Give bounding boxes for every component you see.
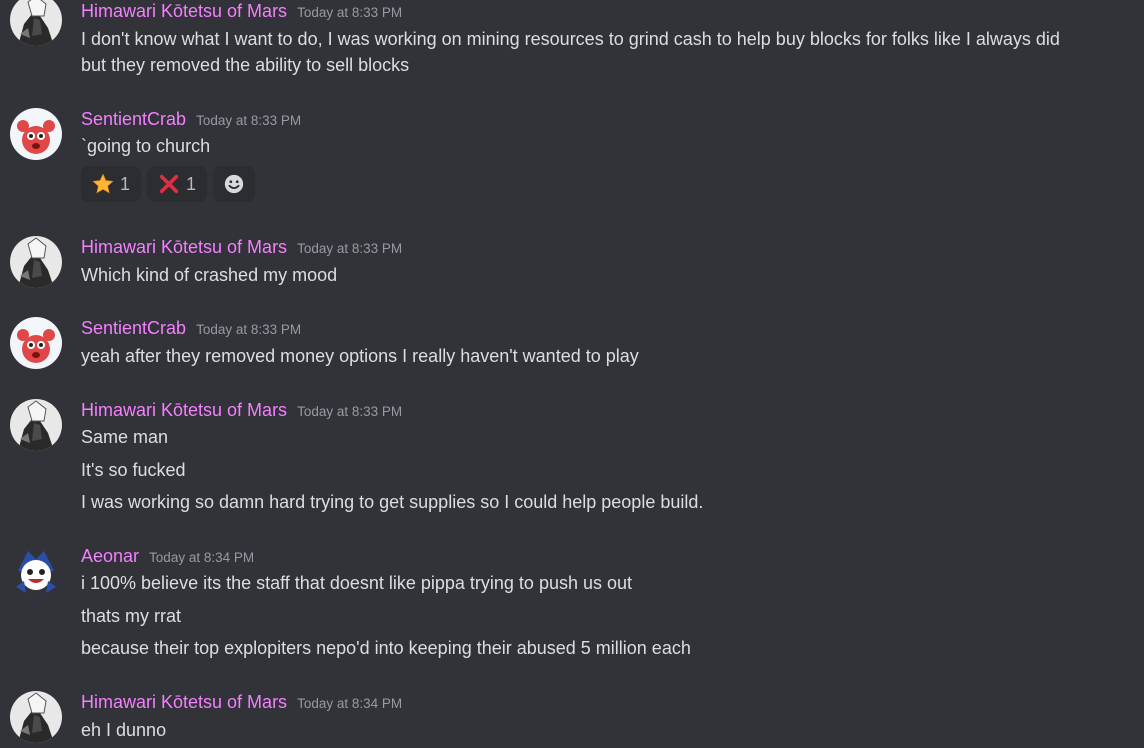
timestamp: Today at 8:33 PM [196, 322, 302, 337]
add-reaction-button[interactable] [213, 166, 256, 202]
username[interactable]: Himawari Kōtetsu of Mars [81, 0, 287, 22]
timestamp: Today at 8:34 PM [297, 696, 403, 711]
message-text: but they removed the ability to sell blo… [81, 55, 410, 75]
message-text: Which kind of crashed my mood [81, 265, 338, 285]
chat-message-list: Himawari Kōtetsu of Mars Today at 8:33 P… [0, 0, 1144, 748]
user-avatar[interactable] [10, 236, 62, 288]
username[interactable]: SentientCrab [81, 317, 186, 339]
reaction-count: 1 [186, 173, 197, 194]
message-text: Same man [81, 427, 169, 447]
message-text: i 100% believe its the staff that doesnt… [81, 573, 633, 593]
timestamp: Today at 8:33 PM [297, 5, 403, 20]
username[interactable]: Himawari Kōtetsu of Mars [81, 691, 287, 713]
message-text: because their top explopiters nepo'd int… [81, 638, 691, 658]
reaction-cross-mark[interactable]: 1 [147, 166, 208, 202]
message-text: yeah after they removed money options I … [81, 346, 639, 366]
timestamp: Today at 8:33 PM [297, 404, 403, 419]
timestamp: Today at 8:34 PM [149, 550, 255, 565]
username[interactable]: Aeonar [81, 545, 139, 567]
user-avatar[interactable] [10, 0, 62, 46]
message-text: `going to church [81, 136, 211, 156]
user-avatar[interactable] [10, 317, 62, 369]
star-icon [92, 173, 114, 195]
message-text: It's so fucked [81, 460, 186, 480]
username[interactable]: Himawari Kōtetsu of Mars [81, 236, 287, 258]
message-text: thats my rrat [81, 606, 182, 626]
user-avatar[interactable] [10, 108, 62, 160]
message-text: I was working so damn hard trying to get… [81, 492, 704, 512]
username[interactable]: Himawari Kōtetsu of Mars [81, 399, 287, 421]
cross-mark-icon [158, 173, 180, 195]
message-text: eh I dunno [81, 720, 167, 740]
reactions-bar: 1 1 [81, 166, 256, 202]
message-text: I don't know what I want to do, I was wo… [81, 29, 1060, 49]
smiley-add-reaction-icon [223, 173, 245, 195]
username[interactable]: SentientCrab [81, 108, 186, 130]
user-avatar[interactable] [10, 691, 62, 743]
reaction-count: 1 [120, 173, 131, 194]
timestamp: Today at 8:33 PM [196, 113, 302, 128]
user-avatar[interactable] [10, 399, 62, 451]
timestamp: Today at 8:33 PM [297, 241, 403, 256]
reaction-star[interactable]: 1 [81, 166, 142, 202]
user-avatar[interactable] [10, 545, 62, 597]
